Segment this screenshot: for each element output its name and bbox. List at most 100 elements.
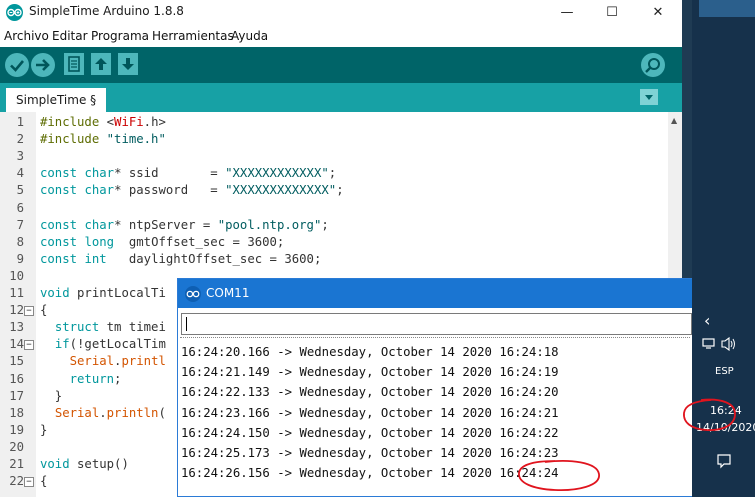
serial-output-line: 16:24:23.166 -> Wednesday, October 14 20… — [181, 405, 559, 420]
line-number: 11 — [9, 286, 24, 300]
line-number: 3 — [16, 149, 24, 164]
menu-herramientas[interactable]: Herramientas — [152, 29, 234, 43]
minimize-button[interactable]: — — [545, 0, 589, 25]
new-sketch-button[interactable] — [64, 53, 84, 75]
code-line[interactable]: const char* ssid = "XXXXXXXXXXXX"; — [40, 166, 336, 180]
upload-button[interactable] — [31, 53, 55, 77]
line-number: 13 — [9, 320, 24, 335]
code-line[interactable]: } — [40, 389, 62, 403]
triangle-down-icon — [645, 95, 653, 100]
menu-editar[interactable]: Editar — [52, 29, 88, 43]
code-line[interactable]: Serial.println( — [40, 406, 166, 420]
fold-toggle-icon[interactable]: − — [24, 477, 34, 488]
clock-time[interactable]: 16:24 — [710, 404, 742, 417]
tab-simpletime[interactable]: SimpleTime § — [6, 88, 107, 112]
line-number: 21 — [9, 457, 24, 471]
magnifier-icon — [645, 58, 660, 73]
line-number: 9 — [16, 251, 24, 266]
code-line[interactable]: const char* password = "XXXXXXXXXXXXX"; — [40, 183, 344, 197]
line-number: 20 — [9, 439, 24, 454]
open-sketch-button[interactable] — [91, 53, 111, 75]
line-number: 12 — [9, 303, 24, 318]
sketch-tabs-bar: SimpleTime § — [0, 83, 682, 112]
line-number: 16 — [9, 371, 24, 386]
arduino-logo-icon — [6, 4, 23, 21]
code-line[interactable]: #include <WiFi.h> — [40, 115, 166, 129]
code-line[interactable]: const char* ntpServer = "pool.ntp.org"; — [40, 218, 329, 232]
language-indicator[interactable]: ESP — [715, 366, 734, 377]
show-hidden-icons-chevron-icon[interactable]: ‹ — [704, 311, 710, 330]
line-number: 2 — [16, 132, 24, 147]
code-line[interactable]: } — [40, 423, 47, 437]
network-volume-icons[interactable] — [702, 336, 738, 354]
code-line[interactable]: return; — [40, 372, 122, 386]
serial-monitor-window: COM11 16:24:20.166 -> Wednesday, October… — [177, 278, 693, 497]
line-number: 15 — [9, 354, 24, 369]
line-number: 18 — [9, 405, 24, 420]
line-number: 5 — [16, 183, 24, 198]
checkmark-icon — [10, 60, 24, 72]
line-number: 8 — [16, 234, 24, 249]
network-icon — [702, 336, 735, 352]
menu-programa[interactable]: Programa — [91, 29, 149, 43]
code-line[interactable]: { — [40, 303, 47, 317]
serial-output-line: 16:24:22.133 -> Wednesday, October 14 20… — [181, 385, 559, 400]
code-line[interactable]: if(!getLocalTim — [40, 337, 166, 351]
clock-date[interactable]: 14/10/2020 — [696, 421, 755, 434]
serial-monitor-button[interactable] — [641, 53, 665, 77]
verify-button[interactable] — [5, 53, 29, 77]
ide-window-title: SimpleTime Arduino 1.8.8 — [29, 4, 184, 18]
toolbar — [0, 47, 682, 83]
fold-toggle-icon[interactable]: − — [24, 340, 34, 351]
menu-archivo[interactable]: Archivo — [4, 29, 49, 43]
menu-ayuda[interactable]: Ayuda — [231, 29, 268, 43]
line-number: 7 — [16, 217, 24, 232]
menu-bar: Archivo Editar Programa Herramientas Ayu… — [0, 26, 682, 46]
fold-toggle-icon[interactable]: − — [24, 306, 34, 317]
line-number-gutter: 1 2 3 4 5 6 7 8 9 10 11 12−13 14−15 16 17 18 19 20 21 22− — [0, 112, 36, 497]
ide-titlebar[interactable]: SimpleTime Arduino 1.8.8 — ☐ ✕ — [0, 0, 682, 25]
line-number: 4 — [16, 166, 24, 181]
maximize-icon: ☐ — [606, 5, 618, 20]
serial-output-area[interactable]: 16:24:20.166 -> Wednesday, October 14 20… — [180, 337, 690, 496]
line-number: 14 — [9, 337, 24, 352]
arduino-logo-icon — [185, 286, 201, 302]
code-line[interactable]: { — [40, 474, 47, 488]
serial-output-line: 16:24:26.156 -> Wednesday, October 14 20… — [181, 466, 559, 481]
taskbar: ‹ ESP 16:24 14/10/2020 — [692, 0, 755, 497]
text-caret — [186, 317, 187, 331]
code-line[interactable]: void printLocalTi — [40, 286, 166, 300]
notifications-icon[interactable] — [716, 453, 732, 472]
maximize-button[interactable]: ☐ — [590, 0, 634, 25]
serial-output-line: 16:24:20.166 -> Wednesday, October 14 20… — [181, 345, 559, 359]
tab-menu-button[interactable] — [640, 89, 658, 105]
serial-send-input[interactable] — [181, 313, 692, 335]
line-number: 19 — [9, 422, 24, 437]
save-sketch-button[interactable] — [118, 53, 138, 75]
serial-output-line: 16:24:24.150 -> Wednesday, October 14 20… — [181, 425, 559, 440]
close-icon: ✕ — [652, 5, 664, 20]
code-line[interactable]: void setup() — [40, 457, 129, 471]
serial-titlebar[interactable]: COM11 — [178, 279, 692, 308]
scroll-up-icon[interactable]: ▲ — [671, 116, 677, 125]
serial-output-line: 16:24:25.173 -> Wednesday, October 14 20… — [181, 446, 559, 460]
line-number: 10 — [9, 268, 24, 283]
serial-output-line: 16:24:21.149 -> Wednesday, October 14 20… — [181, 365, 559, 380]
desktop: SimpleTime Arduino 1.8.8 — ☐ ✕ Archivo E… — [0, 0, 755, 497]
scrolled-line-edge — [180, 337, 690, 339]
code-line[interactable]: Serial.printl — [40, 354, 166, 368]
taskbar-app-button[interactable] — [699, 0, 755, 17]
arrow-down-icon — [122, 58, 134, 70]
code-line[interactable]: const int daylightOffset_sec = 3600; — [40, 252, 321, 266]
new-file-icon — [68, 56, 80, 72]
close-button[interactable]: ✕ — [636, 0, 680, 25]
line-number: 22 — [9, 474, 24, 489]
line-number: 1 — [16, 115, 24, 129]
code-line[interactable]: struct tm timei — [40, 320, 166, 334]
arrow-up-icon — [95, 58, 107, 70]
code-line[interactable]: #include "time.h" — [40, 132, 166, 146]
line-number: 6 — [16, 200, 24, 215]
line-number: 17 — [9, 388, 24, 403]
serial-window-title: COM11 — [206, 286, 250, 300]
code-line[interactable]: const long gmtOffset_sec = 3600; — [40, 235, 284, 249]
